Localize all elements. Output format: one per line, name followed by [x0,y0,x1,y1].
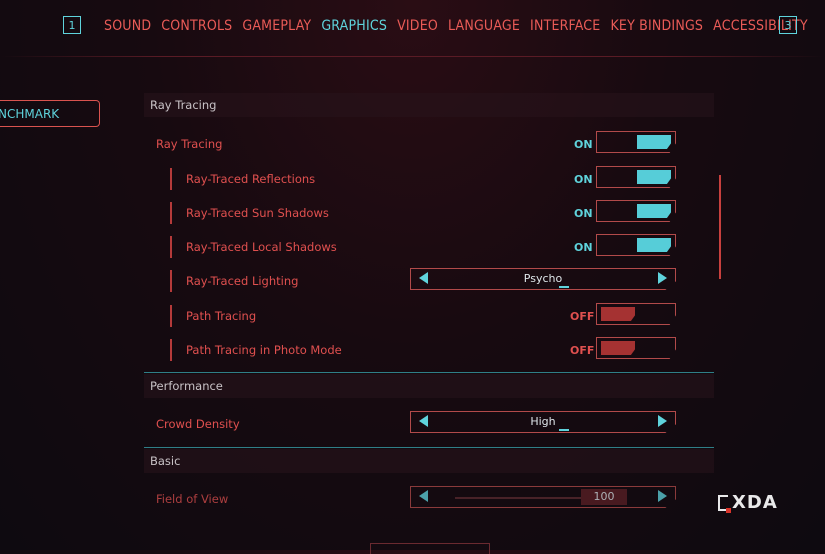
section-divider [144,372,714,373]
bottom-button-edge [370,543,490,554]
nav-divider [0,56,825,57]
selector-value: Psycho [523,272,563,285]
rt-local-shadows-toggle[interactable] [596,234,676,256]
settings-top-nav: 1 SOUND CONTROLS GAMEPLAY GRAPHICS VIDEO… [0,0,825,56]
section-header-performance: Performance [144,374,714,398]
path-tracing-photo-toggle[interactable] [596,337,676,359]
selector-cursor [559,429,569,431]
toggle-state-text: ON [574,173,593,186]
toggle-knob [637,135,671,149]
benchmark-button[interactable]: NCHMARK [0,100,100,127]
tab-controls[interactable]: CONTROLS [161,18,238,34]
toggle-knob [601,341,635,355]
toggle-knob [637,204,671,218]
prev-tab-key-badge[interactable]: 1 [63,16,81,34]
setting-label: Ray-Traced Lighting [186,274,299,288]
crowd-density-selector[interactable]: High [410,411,676,433]
toggle-state-text: OFF [570,344,595,357]
rt-lighting-selector[interactable]: Psycho [410,268,676,290]
setting-row-rt-reflections[interactable]: Ray-Traced Reflections ON [140,166,680,194]
indent-bar [170,270,172,292]
section-header-ray-tracing: Ray Tracing [144,93,714,117]
arrow-right-icon[interactable] [658,272,667,284]
setting-row-rt-lighting[interactable]: Ray-Traced Lighting Psycho [140,268,680,296]
setting-row-rt-sun-shadows[interactable]: Ray-Traced Sun Shadows ON [140,200,680,228]
setting-label: Field of View [156,492,229,506]
watermark-text: XDA [732,492,778,513]
setting-row-ray-tracing[interactable]: Ray Tracing ON [140,131,680,159]
setting-row-path-tracing-photo[interactable]: Path Tracing in Photo Mode OFF [140,337,680,365]
toggle-state-text: OFF [570,310,595,323]
setting-label: Path Tracing in Photo Mode [186,343,342,357]
section-header-basic: Basic [144,449,714,473]
graphics-settings-panel: Ray Tracing Ray Tracing ON Ray-Traced Re… [140,90,720,510]
setting-label: Ray-Traced Reflections [186,172,316,186]
arrow-right-icon[interactable] [658,415,667,427]
tab-video[interactable]: VIDEO [397,18,444,34]
selector-value: High [530,415,556,428]
setting-row-crowd-density[interactable]: Crowd Density High [140,411,680,439]
toggle-knob [637,170,671,184]
toggle-state-text: ON [574,241,593,254]
setting-row-path-tracing[interactable]: Path Tracing OFF [140,303,680,331]
indent-bar [170,202,172,224]
tab-graphics[interactable]: GRAPHICS [321,18,393,34]
settings-tabs: SOUND CONTROLS GAMEPLAY GRAPHICS VIDEO L… [104,18,818,34]
tab-accessibility[interactable]: ACCESSIBILITY [713,18,814,34]
path-tracing-toggle[interactable] [596,303,676,325]
tab-key-bindings[interactable]: KEY BINDINGS [610,18,709,34]
setting-row-field-of-view[interactable]: Field of View 100 [140,486,680,514]
slider-handle[interactable]: 100 [581,489,627,505]
next-tab-key-badge[interactable]: 3 [779,16,797,34]
tab-sound[interactable]: SOUND [104,18,157,34]
setting-row-rt-local-shadows[interactable]: Ray-Traced Local Shadows ON [140,234,680,262]
arrow-left-icon[interactable] [419,490,428,502]
setting-label: Ray Tracing [156,137,223,151]
tab-language[interactable]: LANGUAGE [448,18,526,34]
arrow-right-icon[interactable] [658,490,667,502]
indent-bar [170,305,172,327]
xda-logo-icon [718,494,731,513]
indent-bar [170,168,172,190]
setting-label: Ray-Traced Sun Shadows [186,206,329,220]
field-of-view-slider[interactable]: 100 [410,486,676,508]
toggle-knob [601,307,635,321]
toggle-state-text: ON [574,207,593,220]
setting-label: Ray-Traced Local Shadows [186,240,337,254]
toggle-knob [637,238,671,252]
toggle-state-text: ON [574,138,593,151]
setting-label: Path Tracing [186,309,257,323]
ray-tracing-toggle[interactable] [596,131,676,153]
slider-track [455,497,585,499]
setting-label: Crowd Density [156,417,240,431]
section-divider [144,447,714,448]
selector-cursor [559,286,569,288]
tab-interface[interactable]: INTERFACE [530,18,606,34]
rt-reflections-toggle[interactable] [596,166,676,188]
rt-sun-shadows-toggle[interactable] [596,200,676,222]
indent-bar [170,339,172,361]
panel-scrollbar[interactable] [719,175,721,279]
indent-bar [170,236,172,258]
xda-watermark: XDA [718,492,778,513]
tab-gameplay[interactable]: GAMEPLAY [242,18,317,34]
